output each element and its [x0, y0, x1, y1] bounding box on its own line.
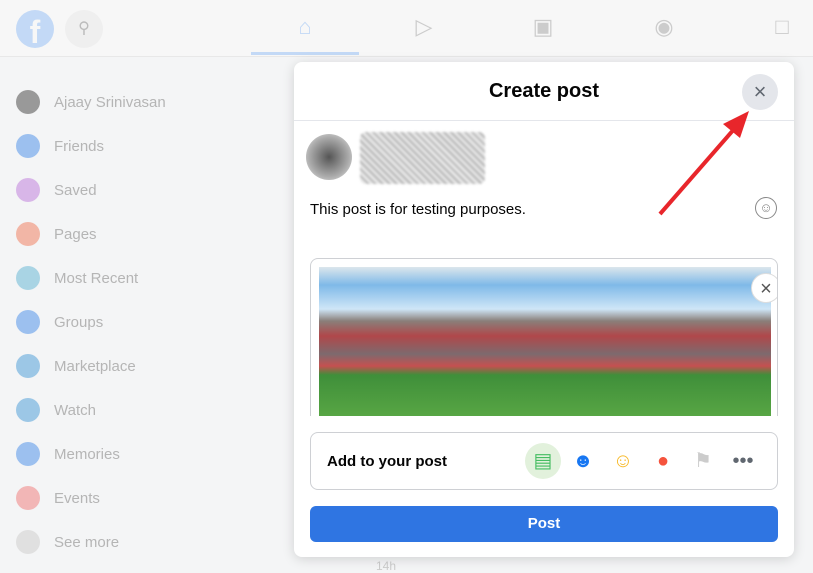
- annotation-arrow: [658, 111, 749, 216]
